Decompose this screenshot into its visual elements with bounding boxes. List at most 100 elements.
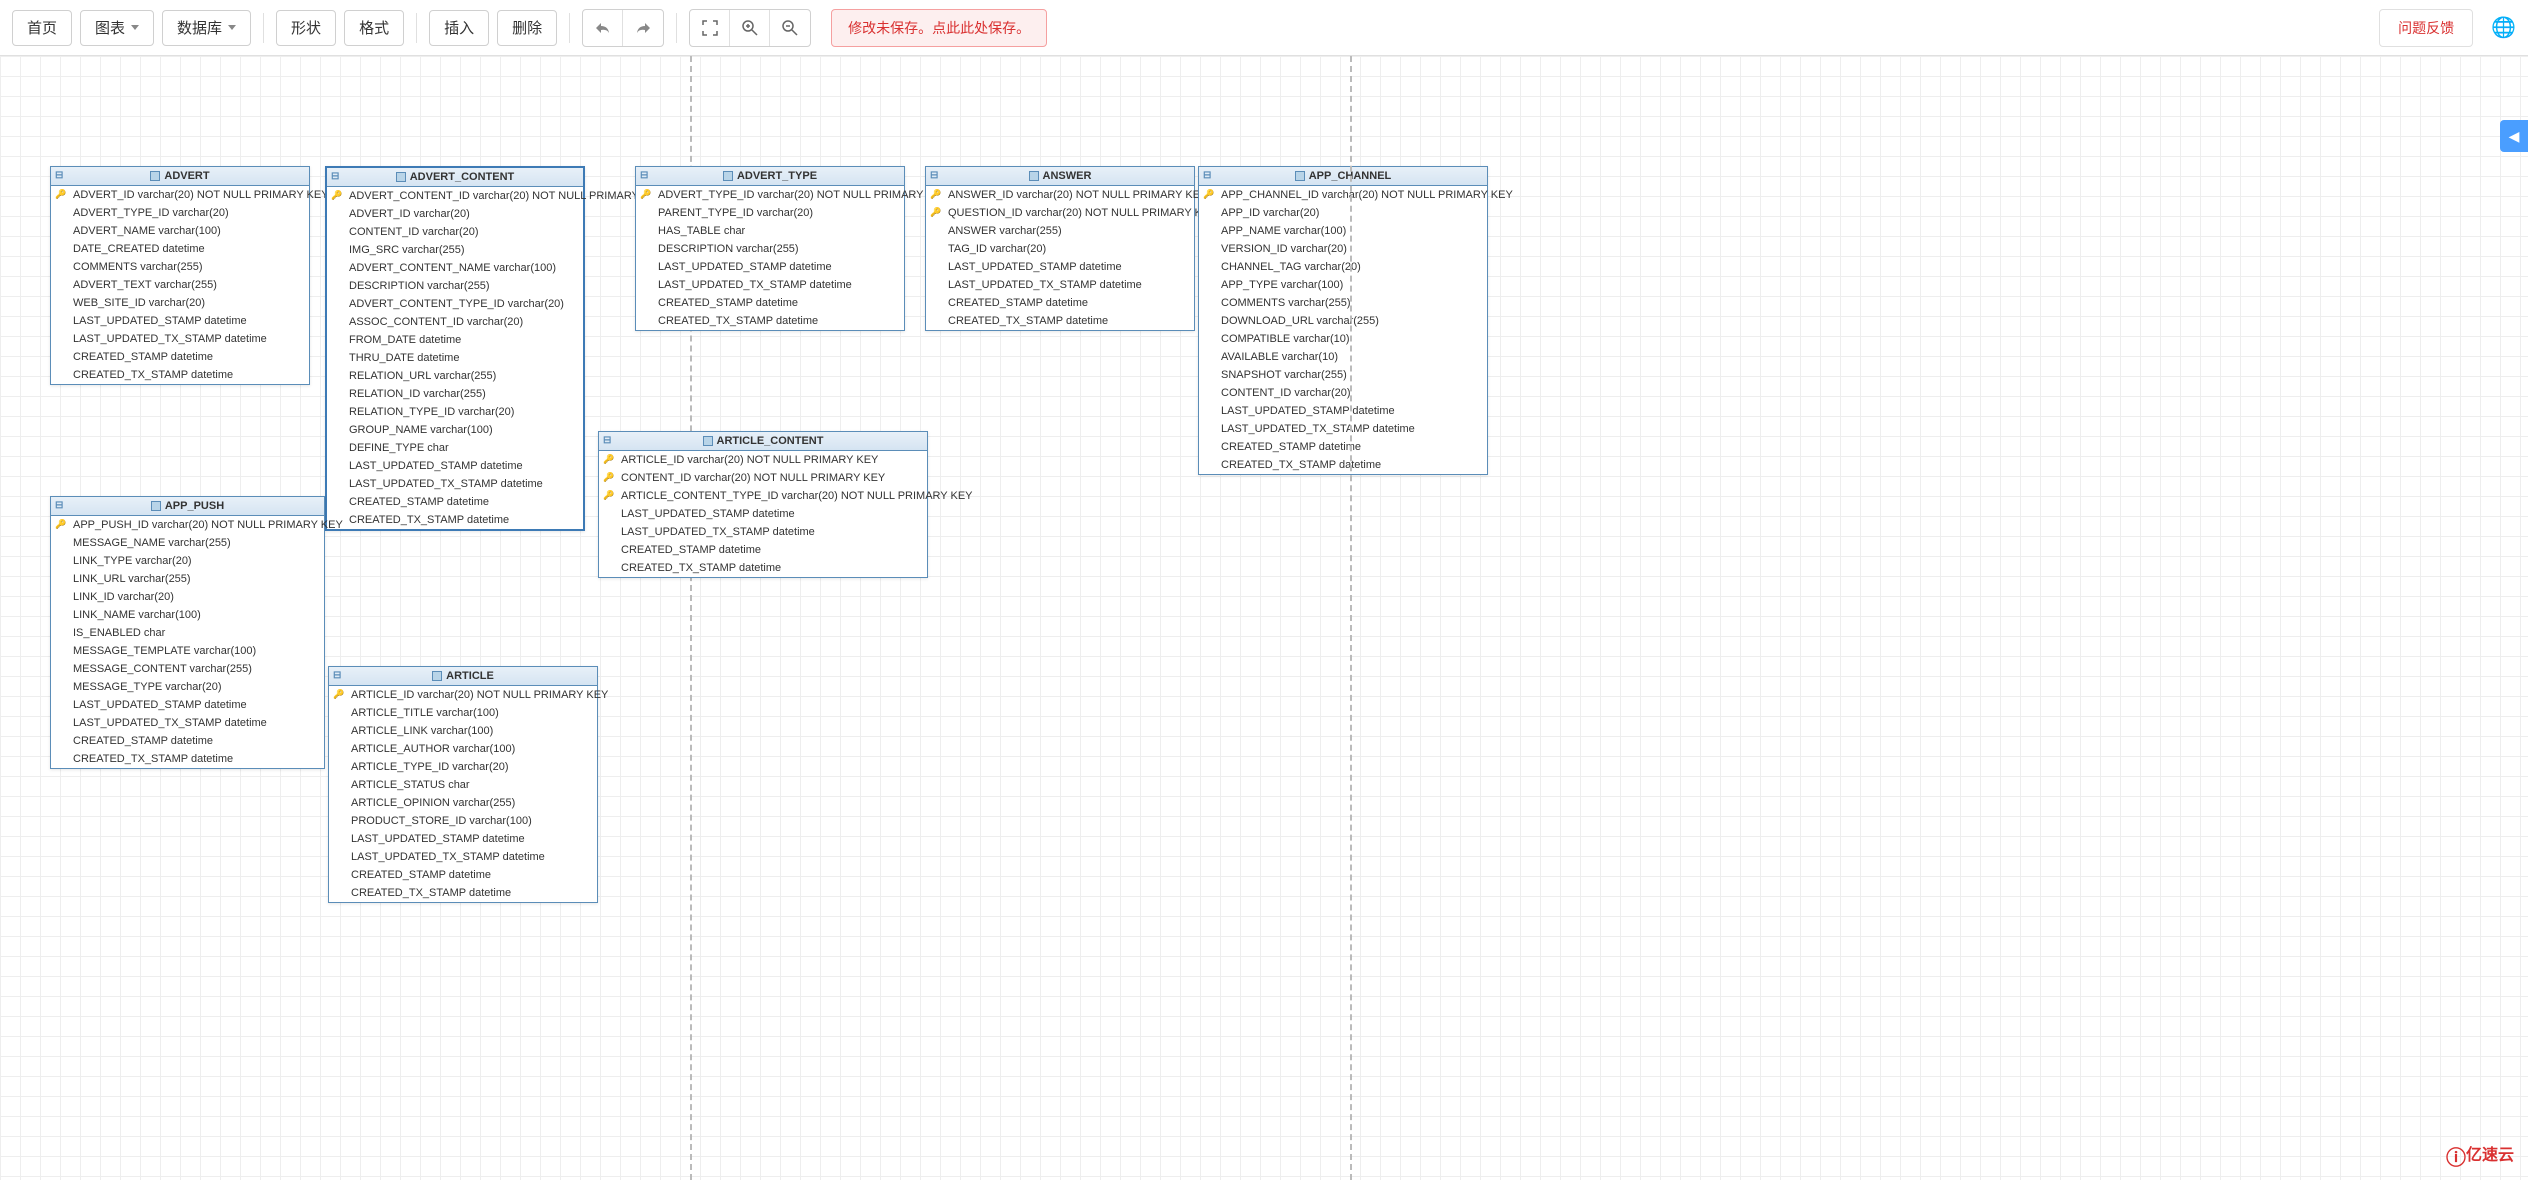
column-row[interactable]: ARTICLE_OPINION varchar(255) bbox=[329, 794, 597, 812]
column-row[interactable]: CONTENT_ID varchar(20) bbox=[1199, 384, 1487, 402]
column-row[interactable]: CHANNEL_TAG varchar(20) bbox=[1199, 258, 1487, 276]
column-row[interactable]: AVAILABLE varchar(10) bbox=[1199, 348, 1487, 366]
column-row[interactable]: LAST_UPDATED_TX_STAMP datetime bbox=[599, 523, 927, 541]
table-app_channel[interactable]: APP_CHANNELAPP_CHANNEL_ID varchar(20) NO… bbox=[1198, 166, 1488, 475]
column-row[interactable]: THRU_DATE datetime bbox=[327, 349, 583, 367]
side-panel-toggle[interactable]: ◀ bbox=[2500, 120, 2528, 152]
column-row[interactable]: CREATED_TX_STAMP datetime bbox=[51, 750, 324, 768]
column-row[interactable]: ASSOC_CONTENT_ID varchar(20) bbox=[327, 313, 583, 331]
column-row[interactable]: ARTICLE_LINK varchar(100) bbox=[329, 722, 597, 740]
column-row[interactable]: IS_ENABLED char bbox=[51, 624, 324, 642]
column-row[interactable]: ARTICLE_TYPE_ID varchar(20) bbox=[329, 758, 597, 776]
insert-button[interactable]: 插入 bbox=[429, 10, 489, 46]
column-row[interactable]: PRODUCT_STORE_ID varchar(100) bbox=[329, 812, 597, 830]
column-row[interactable]: CREATED_STAMP datetime bbox=[329, 866, 597, 884]
table-app_push[interactable]: APP_PUSHAPP_PUSH_ID varchar(20) NOT NULL… bbox=[50, 496, 325, 769]
table-header[interactable]: APP_CHANNEL bbox=[1199, 167, 1487, 186]
column-row[interactable]: ANSWER_ID varchar(20) NOT NULL PRIMARY K… bbox=[926, 186, 1194, 204]
column-row[interactable]: CREATED_STAMP datetime bbox=[327, 493, 583, 511]
column-row[interactable]: MESSAGE_CONTENT varchar(255) bbox=[51, 660, 324, 678]
column-row[interactable]: ARTICLE_STATUS char bbox=[329, 776, 597, 794]
column-row[interactable]: LAST_UPDATED_STAMP datetime bbox=[329, 830, 597, 848]
column-row[interactable]: QUESTION_ID varchar(20) NOT NULL PRIMARY… bbox=[926, 204, 1194, 222]
column-row[interactable]: CREATED_STAMP datetime bbox=[1199, 438, 1487, 456]
home-button[interactable]: 首页 bbox=[12, 10, 72, 46]
table-header[interactable]: ADVERT_TYPE bbox=[636, 167, 904, 186]
column-row[interactable]: TAG_ID varchar(20) bbox=[926, 240, 1194, 258]
column-row[interactable]: LAST_UPDATED_TX_STAMP datetime bbox=[926, 276, 1194, 294]
shape-button[interactable]: 形状 bbox=[276, 10, 336, 46]
table-header[interactable]: ADVERT_CONTENT bbox=[327, 168, 583, 187]
table-advert_type[interactable]: ADVERT_TYPEADVERT_TYPE_ID varchar(20) NO… bbox=[635, 166, 905, 331]
column-row[interactable]: LAST_UPDATED_STAMP datetime bbox=[1199, 402, 1487, 420]
column-row[interactable]: CREATED_TX_STAMP datetime bbox=[599, 559, 927, 577]
save-warning[interactable]: 修改未保存。点此此处保存。 bbox=[831, 9, 1047, 47]
column-row[interactable]: COMMENTS varchar(255) bbox=[1199, 294, 1487, 312]
column-row[interactable]: MESSAGE_NAME varchar(255) bbox=[51, 534, 324, 552]
column-row[interactable]: ADVERT_TYPE_ID varchar(20) NOT NULL PRIM… bbox=[636, 186, 904, 204]
column-row[interactable]: MESSAGE_TYPE varchar(20) bbox=[51, 678, 324, 696]
column-row[interactable]: ADVERT_CONTENT_NAME varchar(100) bbox=[327, 259, 583, 277]
column-row[interactable]: APP_TYPE varchar(100) bbox=[1199, 276, 1487, 294]
column-row[interactable]: LAST_UPDATED_STAMP datetime bbox=[51, 696, 324, 714]
column-row[interactable]: ADVERT_ID varchar(20) bbox=[327, 205, 583, 223]
table-advert[interactable]: ADVERTADVERT_ID varchar(20) NOT NULL PRI… bbox=[50, 166, 310, 385]
table-header[interactable]: ADVERT bbox=[51, 167, 309, 186]
column-row[interactable]: RELATION_ID varchar(255) bbox=[327, 385, 583, 403]
column-row[interactable]: LINK_TYPE varchar(20) bbox=[51, 552, 324, 570]
column-row[interactable]: ADVERT_NAME varchar(100) bbox=[51, 222, 309, 240]
column-row[interactable]: ADVERT_TEXT varchar(255) bbox=[51, 276, 309, 294]
fullscreen-button[interactable] bbox=[690, 10, 730, 46]
column-row[interactable]: IMG_SRC varchar(255) bbox=[327, 241, 583, 259]
column-row[interactable]: CREATED_STAMP datetime bbox=[51, 732, 324, 750]
column-row[interactable]: LAST_UPDATED_TX_STAMP datetime bbox=[636, 276, 904, 294]
column-row[interactable]: LINK_NAME varchar(100) bbox=[51, 606, 324, 624]
column-row[interactable]: CREATED_STAMP datetime bbox=[636, 294, 904, 312]
column-row[interactable]: ADVERT_CONTENT_TYPE_ID varchar(20) bbox=[327, 295, 583, 313]
column-row[interactable]: WEB_SITE_ID varchar(20) bbox=[51, 294, 309, 312]
column-row[interactable]: APP_ID varchar(20) bbox=[1199, 204, 1487, 222]
column-row[interactable]: PARENT_TYPE_ID varchar(20) bbox=[636, 204, 904, 222]
column-row[interactable]: VERSION_ID varchar(20) bbox=[1199, 240, 1487, 258]
zoom-out-button[interactable] bbox=[770, 10, 810, 46]
column-row[interactable]: CREATED_STAMP datetime bbox=[926, 294, 1194, 312]
column-row[interactable]: LAST_UPDATED_TX_STAMP datetime bbox=[1199, 420, 1487, 438]
column-row[interactable]: DESCRIPTION varchar(255) bbox=[327, 277, 583, 295]
table-header[interactable]: ARTICLE bbox=[329, 667, 597, 686]
column-row[interactable]: ANSWER varchar(255) bbox=[926, 222, 1194, 240]
column-row[interactable]: LAST_UPDATED_STAMP datetime bbox=[926, 258, 1194, 276]
globe-icon[interactable]: 🌐 bbox=[2491, 15, 2516, 40]
column-row[interactable]: ADVERT_TYPE_ID varchar(20) bbox=[51, 204, 309, 222]
table-advert_content[interactable]: ADVERT_CONTENTADVERT_CONTENT_ID varchar(… bbox=[325, 166, 585, 531]
column-row[interactable]: ARTICLE_CONTENT_TYPE_ID varchar(20) NOT … bbox=[599, 487, 927, 505]
column-row[interactable]: MESSAGE_TEMPLATE varchar(100) bbox=[51, 642, 324, 660]
column-row[interactable]: ARTICLE_ID varchar(20) NOT NULL PRIMARY … bbox=[329, 686, 597, 704]
table-answer[interactable]: ANSWERANSWER_ID varchar(20) NOT NULL PRI… bbox=[925, 166, 1195, 331]
column-row[interactable]: ARTICLE_ID varchar(20) NOT NULL PRIMARY … bbox=[599, 451, 927, 469]
column-row[interactable]: ARTICLE_AUTHOR varchar(100) bbox=[329, 740, 597, 758]
column-row[interactable]: LAST_UPDATED_TX_STAMP datetime bbox=[51, 330, 309, 348]
column-row[interactable]: LAST_UPDATED_TX_STAMP datetime bbox=[51, 714, 324, 732]
column-row[interactable]: SNAPSHOT varchar(255) bbox=[1199, 366, 1487, 384]
column-row[interactable]: RELATION_TYPE_ID varchar(20) bbox=[327, 403, 583, 421]
column-row[interactable]: CREATED_TX_STAMP datetime bbox=[329, 884, 597, 902]
canvas[interactable]: ADVERTADVERT_ID varchar(20) NOT NULL PRI… bbox=[0, 56, 2528, 1180]
column-row[interactable]: RELATION_URL varchar(255) bbox=[327, 367, 583, 385]
column-row[interactable]: DEFINE_TYPE char bbox=[327, 439, 583, 457]
column-row[interactable]: LAST_UPDATED_STAMP datetime bbox=[327, 457, 583, 475]
column-row[interactable]: FROM_DATE datetime bbox=[327, 331, 583, 349]
column-row[interactable]: ADVERT_ID varchar(20) NOT NULL PRIMARY K… bbox=[51, 186, 309, 204]
column-row[interactable]: LAST_UPDATED_TX_STAMP datetime bbox=[327, 475, 583, 493]
column-row[interactable]: LINK_URL varchar(255) bbox=[51, 570, 324, 588]
format-button[interactable]: 格式 bbox=[344, 10, 404, 46]
table-article[interactable]: ARTICLEARTICLE_ID varchar(20) NOT NULL P… bbox=[328, 666, 598, 903]
column-row[interactable]: CREATED_STAMP datetime bbox=[51, 348, 309, 366]
column-row[interactable]: CONTENT_ID varchar(20) NOT NULL PRIMARY … bbox=[599, 469, 927, 487]
column-row[interactable]: COMPATIBLE varchar(10) bbox=[1199, 330, 1487, 348]
redo-button[interactable] bbox=[623, 10, 663, 46]
column-row[interactable]: APP_CHANNEL_ID varchar(20) NOT NULL PRIM… bbox=[1199, 186, 1487, 204]
column-row[interactable]: HAS_TABLE char bbox=[636, 222, 904, 240]
table-header[interactable]: ANSWER bbox=[926, 167, 1194, 186]
table-header[interactable]: ARTICLE_CONTENT bbox=[599, 432, 927, 451]
column-row[interactable]: ADVERT_CONTENT_ID varchar(20) NOT NULL P… bbox=[327, 187, 583, 205]
